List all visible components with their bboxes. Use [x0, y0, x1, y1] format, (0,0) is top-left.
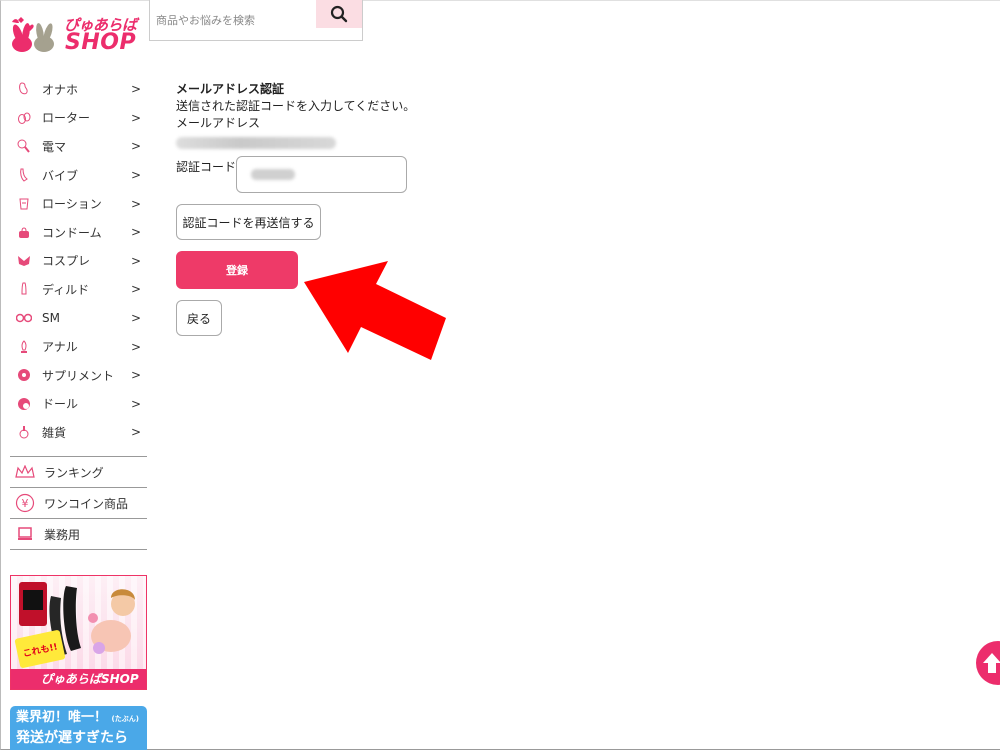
category-menu: オナホ > ローター > 電マ > バイブ > ローション > コンドーム > … [10, 75, 147, 447]
chevron-right-icon: > [130, 82, 141, 97]
banner-line1: 業界初！唯一！ (たぶん) [16, 709, 141, 728]
condom-icon [16, 224, 32, 240]
sidebar-item-label: コスプレ [42, 254, 91, 269]
sidebar-item-label: サプリメント [42, 368, 115, 383]
rabbit-logo-icon [12, 17, 54, 52]
supplement-icon [16, 367, 32, 383]
sidebar-link-one-coin[interactable]: ¥ ワンコイン商品 [10, 488, 147, 519]
sidebar-item-label: SM [42, 311, 60, 326]
sidebar-item-supplement[interactable]: サプリメント > [10, 361, 147, 390]
doll-icon [16, 396, 32, 412]
sidebar-item-label: ドール [42, 397, 79, 412]
sidebar-item-dildo[interactable]: ディルド > [10, 275, 147, 304]
anal-icon [16, 339, 32, 355]
chevron-right-icon: > [130, 110, 141, 125]
massager-icon [16, 138, 32, 154]
verification-code-input[interactable] [236, 156, 407, 193]
computer-icon [14, 523, 36, 545]
sidebar-item-label: コンドーム [42, 225, 102, 240]
logo-text-en: SHOP [65, 30, 137, 55]
sidebar-item-label: バイブ [42, 168, 79, 183]
chevron-right-icon: > [130, 168, 141, 183]
vibe-icon [16, 167, 32, 183]
promo-banner[interactable]: これも!! ぴゅあらばSHOP [10, 575, 147, 690]
sidebar-item-label: ローター [42, 111, 91, 126]
email-value-redacted [176, 137, 336, 149]
search-icon [330, 5, 348, 23]
banner-line1-text: 業界初！唯一！ [16, 710, 108, 725]
sidebar-item-label: ローション [42, 197, 102, 212]
back-button[interactable]: 戻る [176, 300, 222, 336]
code-value-redacted [251, 169, 295, 180]
search-button[interactable] [316, 0, 362, 28]
sidebar-item-anal[interactable]: アナル > [10, 332, 147, 361]
onahole-icon [16, 81, 32, 97]
code-row: 認証コード [176, 156, 407, 193]
sidebar-link-ranking[interactable]: ランキング [10, 457, 147, 488]
sidebar-item-label: 電マ [42, 139, 67, 154]
lotion-icon [16, 196, 32, 212]
instruction-text: 送信された認証コードを入力してください。 [176, 99, 416, 113]
yen-icon: ¥ [14, 492, 36, 514]
sidebar-item-label: オナホ [42, 82, 79, 97]
dildo-icon [16, 281, 32, 297]
sidebar-item-condom[interactable]: コンドーム > [10, 218, 147, 247]
register-button[interactable]: 登録 [176, 251, 298, 289]
goods-icon [16, 424, 32, 440]
page-title: メールアドレス認証 [176, 82, 285, 96]
sm-icon [16, 310, 32, 326]
chevron-right-icon: > [130, 196, 141, 211]
search-input[interactable] [150, 0, 316, 40]
sidebar-item-label: 雑貨 [42, 425, 67, 440]
sidebar-item-rotor[interactable]: ローター > [10, 104, 147, 133]
site-logo[interactable]: ぴゅあらば SHOP [8, 10, 148, 55]
sidebar-item-lotion[interactable]: ローション > [10, 189, 147, 218]
crown-icon [14, 461, 36, 483]
chevron-right-icon: > [130, 368, 141, 383]
sidebar-item-label: アナル [42, 340, 78, 355]
code-label: 認証コード [176, 160, 237, 174]
sidebar-item-doll[interactable]: ドール > [10, 390, 147, 419]
sidebar-item-vibe[interactable]: バイブ > [10, 161, 147, 190]
rotor-icon [16, 110, 32, 126]
chevron-right-icon: > [130, 311, 141, 326]
chevron-right-icon: > [130, 425, 141, 440]
chevron-right-icon: > [130, 282, 141, 297]
resend-code-button[interactable]: 認証コードを再送信する [176, 204, 321, 240]
sidebar-link-label: ランキング [44, 465, 104, 480]
banner-line2: 発送が遅すぎたら [16, 730, 128, 746]
chevron-right-icon: > [130, 139, 141, 154]
red-arrow-annotation [304, 261, 446, 360]
chevron-right-icon: > [130, 253, 141, 268]
sidebar-item-cosplay[interactable]: コスプレ > [10, 247, 147, 276]
sidebar-item-massager[interactable]: 電マ > [10, 132, 147, 161]
shipping-banner[interactable]: 業界初！唯一！ (たぶん) 発送が遅すぎたら [10, 706, 147, 750]
svg-text:¥: ¥ [22, 497, 29, 510]
sidebar-item-onahole[interactable]: オナホ > [10, 75, 147, 104]
cosplay-icon [16, 253, 32, 269]
email-label: メールアドレス [176, 116, 261, 130]
sidebar-link-business[interactable]: 業務用 [10, 519, 147, 550]
arrow-up-icon [983, 653, 1000, 673]
sidebar-item-sm[interactable]: SM > [10, 304, 147, 333]
chevron-right-icon: > [130, 339, 141, 354]
sidebar-links: ランキング ¥ ワンコイン商品 業務用 [10, 456, 147, 550]
chevron-right-icon: > [130, 225, 141, 240]
email-verification-form: メールアドレス認証 送信された認証コードを入力してください。 メールアドレス 認… [176, 81, 596, 336]
sidebar-link-label: 業務用 [44, 527, 81, 542]
chevron-right-icon: > [130, 396, 141, 411]
sidebar-item-goods[interactable]: 雑貨 > [10, 418, 147, 447]
sidebar-link-label: ワンコイン商品 [44, 496, 129, 511]
banner-footer: ぴゅあらばSHOP [11, 669, 146, 689]
banner-line1-small: (たぶん) [111, 715, 139, 723]
sidebar-item-label: ディルド [42, 282, 90, 297]
search-box [149, 0, 363, 41]
